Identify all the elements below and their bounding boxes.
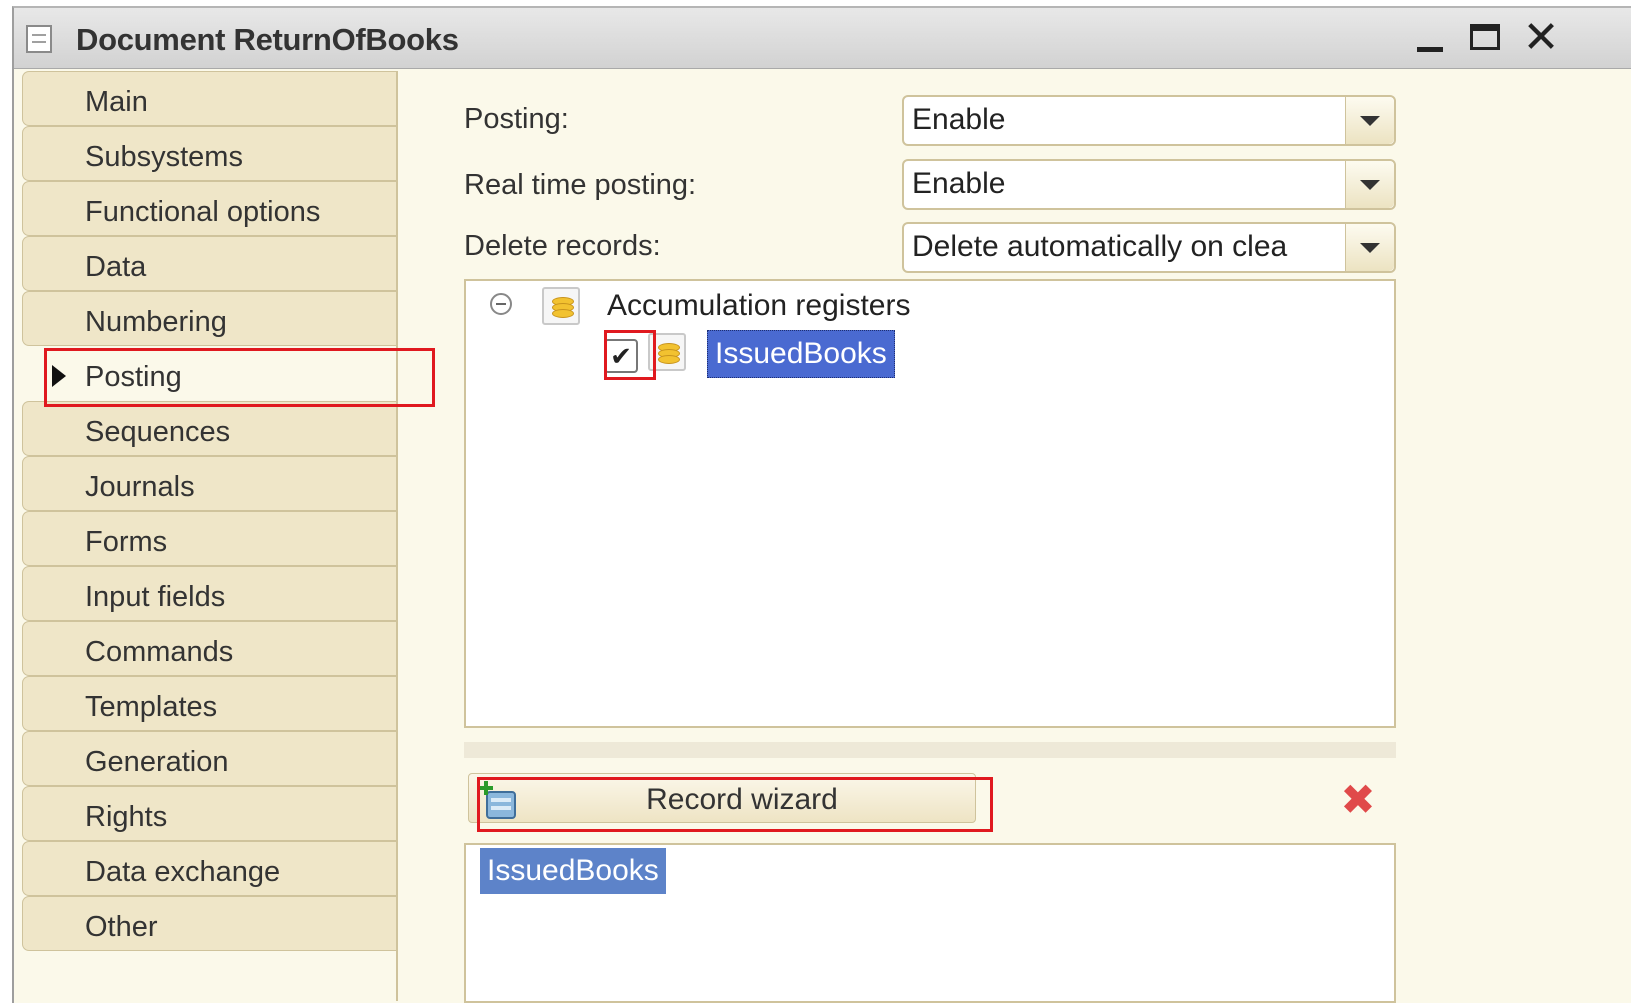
title-bar[interactable]: Document ReturnOfBooks ✕ (14, 8, 1631, 69)
sidebar-item-label: Forms (85, 526, 168, 558)
active-arrow-icon (52, 365, 66, 387)
sidebar-item-functional-options[interactable]: Functional options (22, 181, 398, 236)
sidebar-item-posting[interactable]: Posting (22, 346, 398, 401)
list-item[interactable]: IssuedBooks (480, 848, 666, 894)
sidebar-item-templates[interactable]: Templates (22, 676, 398, 731)
posting-select[interactable]: Enable (902, 95, 1396, 146)
sidebar-item-label: Numbering (85, 306, 227, 338)
posting-value: Enable (912, 103, 1006, 136)
sidebar-divider (396, 71, 398, 1001)
sidebar-item-rights[interactable]: Rights (22, 786, 398, 841)
sidebar-nav: Main Subsystems Functional options Data … (22, 71, 398, 951)
posting-label: Posting: (464, 103, 569, 135)
sidebar-item-forms[interactable]: Forms (22, 511, 398, 566)
chevron-down-icon[interactable] (1345, 97, 1394, 144)
sidebar-item-data[interactable]: Data (22, 236, 398, 291)
delete-records-select[interactable]: Delete automatically on clea (902, 222, 1396, 273)
sidebar-item-label: Commands (85, 636, 234, 668)
close-button[interactable]: ✕ (1519, 16, 1563, 60)
delete-icon[interactable]: ✖ (1338, 779, 1378, 821)
sidebar-item-label: Generation (85, 746, 229, 778)
sidebar-item-journals[interactable]: Journals (22, 456, 398, 511)
sidebar-item-main[interactable]: Main (22, 71, 398, 126)
tree-node-accumulation-registers[interactable]: Accumulation registers (607, 289, 910, 323)
sidebar-item-generation[interactable]: Generation (22, 731, 398, 786)
register-tree[interactable]: Accumulation registers ✔ IssuedBooks (464, 279, 1396, 728)
sidebar-item-data-exchange[interactable]: Data exchange (22, 841, 398, 896)
splitter[interactable] (464, 742, 1396, 758)
sidebar-item-commands[interactable]: Commands (22, 621, 398, 676)
window-title: Document ReturnOfBooks (76, 22, 459, 57)
minimize-button[interactable] (1409, 16, 1453, 60)
register-records-list[interactable]: IssuedBooks (464, 843, 1396, 1003)
chevron-down-icon[interactable] (1345, 224, 1394, 271)
record-wizard-button[interactable]: Record wizard (468, 773, 976, 823)
sidebar-item-label: Main (85, 86, 148, 118)
accumulation-register-icon (542, 287, 580, 325)
sidebar-item-label: Other (85, 911, 158, 943)
collapse-icon[interactable] (490, 293, 512, 315)
sidebar-item-label: Sequences (85, 416, 231, 448)
sidebar-item-label: Posting (85, 361, 182, 393)
sidebar-item-label: Subsystems (85, 141, 243, 173)
tree-node-issuedbooks[interactable]: IssuedBooks (707, 330, 895, 378)
document-icon (26, 25, 52, 53)
sidebar-item-label: Templates (85, 691, 218, 723)
real-time-posting-select[interactable]: Enable (902, 159, 1396, 210)
record-wizard-label: Record wizard (646, 783, 838, 816)
delete-records-label: Delete records: (464, 230, 661, 262)
real-time-posting-label: Real time posting: (464, 169, 697, 201)
sidebar-item-label: Journals (85, 471, 195, 503)
sidebar-item-other[interactable]: Other (22, 896, 398, 951)
issuedbooks-checkbox[interactable]: ✔ (604, 339, 638, 373)
sidebar-item-label: Functional options (85, 196, 321, 228)
sidebar-item-label: Data exchange (85, 856, 281, 888)
sidebar-item-input-fields[interactable]: Input fields (22, 566, 398, 621)
delete-records-value: Delete automatically on clea (912, 230, 1288, 263)
maximize-button[interactable] (1466, 16, 1510, 60)
chevron-down-icon[interactable] (1345, 161, 1394, 208)
accumulation-register-icon (648, 333, 686, 371)
sidebar-item-subsystems[interactable]: Subsystems (22, 126, 398, 181)
sidebar-item-label: Data (85, 251, 147, 283)
sidebar-item-sequences[interactable]: Sequences (22, 401, 398, 456)
real-time-posting-value: Enable (912, 167, 1006, 200)
sidebar-item-label: Rights (85, 801, 168, 833)
sidebar-item-numbering[interactable]: Numbering (22, 291, 398, 346)
sidebar-item-label: Input fields (85, 581, 226, 613)
